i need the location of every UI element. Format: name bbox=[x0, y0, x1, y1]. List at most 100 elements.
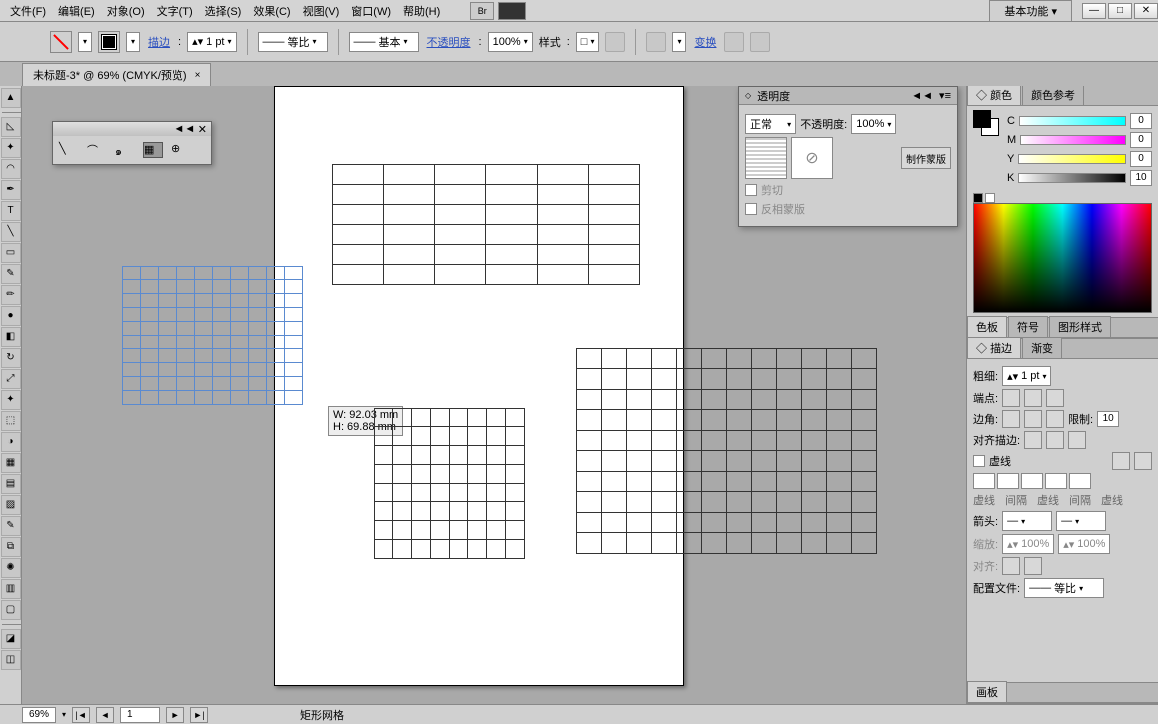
tab-graphic-styles[interactable]: 图形样式 bbox=[1049, 316, 1111, 337]
bridge-button[interactable]: Br bbox=[470, 2, 494, 20]
menu-window[interactable]: 窗口(W) bbox=[345, 1, 397, 21]
menu-view[interactable]: 视图(V) bbox=[297, 1, 346, 21]
fill-stroke-swap[interactable]: ◪ bbox=[1, 629, 21, 649]
y-value[interactable]: 0 bbox=[1130, 151, 1152, 167]
width-tool[interactable]: ✦ bbox=[1, 390, 21, 410]
symbol-sprayer-tool[interactable]: ✺ bbox=[1, 558, 21, 578]
rotate-tool[interactable]: ↻ bbox=[1, 348, 21, 368]
line-segment-icon[interactable]: ╲ bbox=[59, 142, 79, 158]
tab-color-guide[interactable]: 颜色参考 bbox=[1022, 86, 1084, 105]
selection-tool[interactable]: ▲ bbox=[1, 88, 21, 108]
pen-tool[interactable]: ✒ bbox=[1, 180, 21, 200]
isolate-icon[interactable] bbox=[724, 32, 744, 52]
workspace-switcher[interactable]: 基本功能 ▾ bbox=[989, 0, 1072, 22]
first-artboard[interactable]: |◄ bbox=[72, 707, 90, 723]
make-mask-button[interactable]: 制作蒙版 bbox=[901, 147, 951, 169]
tab-gradient[interactable]: 渐变 bbox=[1022, 337, 1062, 358]
recolor-icon[interactable] bbox=[605, 32, 625, 52]
dashed-checkbox[interactable] bbox=[973, 455, 985, 467]
polar-grid-icon[interactable]: ⊕ bbox=[171, 142, 191, 158]
free-transform-tool[interactable]: ⬚ bbox=[1, 411, 21, 431]
next-artboard[interactable]: ► bbox=[166, 707, 184, 723]
object-thumbnail[interactable] bbox=[745, 137, 787, 179]
arrange-docs-button[interactable] bbox=[498, 2, 526, 20]
menu-file[interactable]: 文件(F) bbox=[4, 1, 52, 21]
menu-effect[interactable]: 效果(C) bbox=[247, 1, 296, 21]
gap1-field[interactable] bbox=[997, 473, 1019, 489]
close-icon[interactable]: ✕ bbox=[198, 123, 207, 136]
gradient-tool[interactable]: ▨ bbox=[1, 495, 21, 515]
k-value[interactable]: 10 bbox=[1130, 170, 1152, 186]
grid-object-2[interactable] bbox=[374, 408, 524, 558]
scale-tool[interactable]: ⤢ bbox=[1, 369, 21, 389]
window-maximize[interactable]: □ bbox=[1108, 3, 1132, 19]
menu-edit[interactable]: 编辑(E) bbox=[52, 1, 101, 21]
window-close[interactable]: ✕ bbox=[1134, 3, 1158, 19]
tab-swatches[interactable]: 色板 bbox=[967, 316, 1007, 337]
transform-link[interactable]: 变换 bbox=[692, 34, 718, 50]
opacity-input[interactable]: 100% ▾ bbox=[851, 114, 896, 134]
black-swatch[interactable] bbox=[973, 193, 983, 203]
dash2-field[interactable] bbox=[1021, 473, 1043, 489]
eyedropper-tool[interactable]: ✎ bbox=[1, 516, 21, 536]
graph-tool[interactable]: ▥ bbox=[1, 579, 21, 599]
grid-object-1[interactable] bbox=[332, 164, 640, 284]
arrow-end[interactable]: — ▾ bbox=[1056, 511, 1106, 531]
c-value[interactable]: 0 bbox=[1130, 113, 1152, 129]
fill-dropdown[interactable]: ▾ bbox=[78, 32, 92, 52]
artboard-tool[interactable]: ▢ bbox=[1, 600, 21, 620]
dash-align-2[interactable] bbox=[1134, 452, 1152, 470]
prev-artboard[interactable]: ◄ bbox=[96, 707, 114, 723]
tab-artboard[interactable]: 画板 bbox=[967, 681, 1007, 702]
extra-icon[interactable] bbox=[750, 32, 770, 52]
m-value[interactable]: 0 bbox=[1130, 132, 1152, 148]
mesh-tool[interactable]: ▤ bbox=[1, 474, 21, 494]
style-dropdown[interactable]: □ ▾ bbox=[576, 32, 600, 52]
rectangular-grid-icon[interactable]: ▦ bbox=[143, 142, 163, 158]
opacity-field[interactable]: 100% ▾ bbox=[488, 32, 533, 52]
menu-help[interactable]: 帮助(H) bbox=[397, 1, 446, 21]
window-minimize[interactable]: — bbox=[1082, 3, 1106, 19]
blend-mode-select[interactable]: 正常 ▾ bbox=[745, 114, 796, 134]
stroke-weight-field[interactable]: ▴▾ 1 pt ▾ bbox=[187, 32, 236, 52]
paintbrush-tool[interactable]: ✎ bbox=[1, 264, 21, 284]
document-tab[interactable]: 未标题-3* @ 69% (CMYK/预览) × bbox=[22, 63, 211, 86]
stroke-dropdown[interactable]: ▾ bbox=[126, 32, 140, 52]
type-tool[interactable]: T bbox=[1, 201, 21, 221]
k-slider[interactable] bbox=[1018, 173, 1126, 183]
white-swatch[interactable] bbox=[985, 193, 995, 203]
m-slider[interactable] bbox=[1020, 135, 1126, 145]
perspective-tool[interactable]: ▦ bbox=[1, 453, 21, 473]
line-tool[interactable]: ╲ bbox=[1, 222, 21, 242]
last-artboard[interactable]: ►| bbox=[190, 707, 208, 723]
cap-butt[interactable] bbox=[1002, 389, 1020, 407]
line-tools-panel[interactable]: ◄◄ ✕ ╲ ⌒ ๑ ▦ ⊕ bbox=[52, 121, 212, 165]
stroke-swatch[interactable] bbox=[98, 31, 120, 53]
align-icon[interactable] bbox=[646, 32, 666, 52]
pencil-tool[interactable]: ✏ bbox=[1, 285, 21, 305]
y-slider[interactable] bbox=[1018, 154, 1126, 164]
fill-swatch[interactable] bbox=[50, 31, 72, 53]
panel-minimize-icon[interactable]: ◄◄ bbox=[911, 90, 933, 102]
lasso-tool[interactable]: ◠ bbox=[1, 159, 21, 179]
c-slider[interactable] bbox=[1019, 116, 1126, 126]
blob-brush-tool[interactable]: ● bbox=[1, 306, 21, 326]
rectangle-tool[interactable]: ▭ bbox=[1, 243, 21, 263]
grid-object-3[interactable] bbox=[576, 348, 876, 553]
limit-field[interactable]: 10 bbox=[1097, 411, 1119, 427]
direct-selection-tool[interactable]: ◺ bbox=[1, 117, 21, 137]
blend-tool[interactable]: ⧉ bbox=[1, 537, 21, 557]
tab-stroke[interactable]: ◇ 描边 bbox=[967, 337, 1021, 358]
tab-symbols[interactable]: 符号 bbox=[1008, 316, 1048, 337]
draw-mode[interactable]: ◫ bbox=[1, 650, 21, 670]
cap-round[interactable] bbox=[1024, 389, 1042, 407]
menu-select[interactable]: 选择(S) bbox=[199, 1, 248, 21]
corner-miter[interactable] bbox=[1002, 410, 1020, 428]
panel-menu-icon[interactable]: ▾≡ bbox=[939, 89, 951, 102]
spiral-icon[interactable]: ๑ bbox=[115, 142, 135, 158]
brush-profile[interactable]: —— 基本 ▾ bbox=[349, 32, 419, 52]
eraser-tool[interactable]: ◧ bbox=[1, 327, 21, 347]
panel-collapse-icon[interactable]: ◇ bbox=[745, 91, 751, 100]
align-center[interactable] bbox=[1024, 431, 1042, 449]
opacity-link[interactable]: 不透明度 bbox=[425, 34, 473, 50]
